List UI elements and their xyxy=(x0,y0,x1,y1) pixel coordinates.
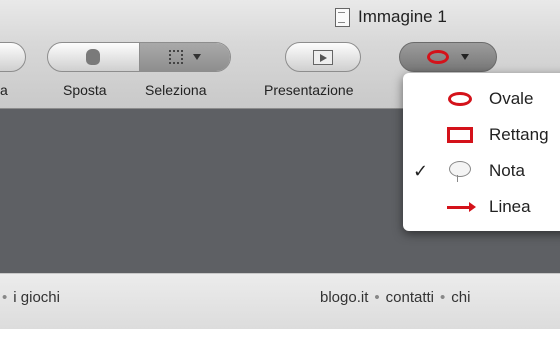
shape-menu: Ovale Rettang ✓ Nota Linea xyxy=(403,73,560,231)
rectangle-icon xyxy=(447,127,473,143)
select-tool-button[interactable] xyxy=(139,43,230,71)
menu-item-label: Linea xyxy=(489,197,531,216)
shape-tool-button[interactable] xyxy=(399,42,497,72)
tool-segmented-control xyxy=(47,42,231,72)
menu-item-nota[interactable]: ✓ Nota xyxy=(403,153,560,189)
presentation-button[interactable] xyxy=(285,42,361,72)
note-icon xyxy=(447,161,473,182)
arrow-line-icon xyxy=(447,201,476,212)
checkmark-icon: ✓ xyxy=(413,160,429,181)
document-icon xyxy=(335,7,350,27)
move-tool-button[interactable] xyxy=(48,43,139,71)
menu-item-linea[interactable]: Linea xyxy=(403,189,560,225)
select-tool-label: Seleziona xyxy=(145,82,207,98)
window-title: Immagine 1 xyxy=(335,7,447,27)
chevron-down-icon xyxy=(192,54,201,60)
previous-tool-button[interactable] xyxy=(0,42,26,72)
footer-separator: • xyxy=(2,289,8,306)
menu-item-label: Rettang xyxy=(489,125,549,144)
previous-tool-label: a xyxy=(0,82,8,98)
link-blogo[interactable]: blogo.it xyxy=(320,289,368,306)
chevron-down-icon xyxy=(461,54,469,60)
menu-item-rettangolo[interactable]: Rettang xyxy=(403,117,560,153)
hand-icon xyxy=(86,49,101,65)
webpage-footer: • i giochi blogo.it • contatti • chi xyxy=(0,273,560,330)
slideshow-icon xyxy=(313,49,333,65)
move-tool-label: Sposta xyxy=(63,82,107,98)
menu-item-label: Ovale xyxy=(489,89,534,108)
selection-icon xyxy=(168,50,183,64)
footer-left-links: • i giochi xyxy=(2,289,60,306)
menu-item-ovale[interactable]: Ovale xyxy=(403,81,560,117)
footer-separator: • xyxy=(374,289,380,306)
oval-icon xyxy=(448,92,472,106)
window-title-text: Immagine 1 xyxy=(358,7,447,26)
link-chi[interactable]: chi xyxy=(451,289,470,306)
link-i-giochi[interactable]: i giochi xyxy=(13,289,60,306)
link-contatti[interactable]: contatti xyxy=(386,289,434,306)
menu-item-label: Nota xyxy=(489,161,525,180)
presentation-label: Presentazione xyxy=(264,82,354,98)
webpage-body xyxy=(0,329,560,350)
footer-right-links: blogo.it • contatti • chi xyxy=(320,289,470,306)
oval-icon xyxy=(427,50,449,64)
footer-separator: • xyxy=(440,289,446,306)
